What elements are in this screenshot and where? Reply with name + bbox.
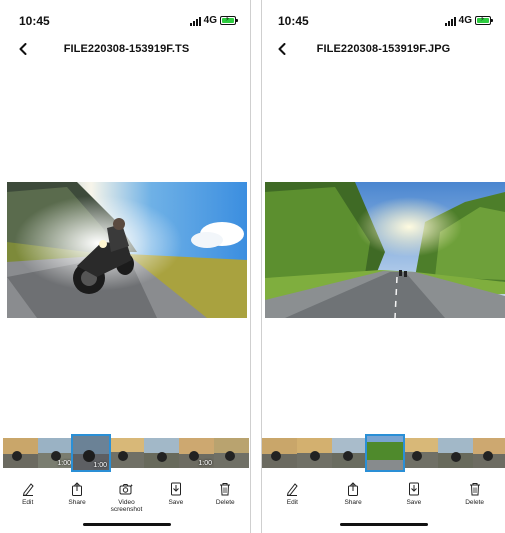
share-label: Share — [344, 499, 362, 506]
camera-icon — [118, 482, 134, 496]
thumbnail[interactable] — [144, 438, 179, 468]
trash-icon — [217, 482, 233, 496]
signal-icon — [189, 16, 201, 26]
thumbnail[interactable] — [262, 438, 297, 468]
edit-label: Edit — [286, 499, 298, 506]
share-icon — [69, 482, 85, 496]
thumbnail[interactable] — [297, 438, 332, 468]
file-title: FILE220308-153919F.JPG — [316, 43, 451, 55]
delete-button[interactable]: Delete — [203, 482, 247, 516]
save-icon — [168, 482, 184, 496]
thumbnail-selected[interactable]: 1:00 — [71, 434, 111, 472]
status-indicators: 4G — [189, 15, 238, 26]
photo-viewer-screen: 10:45 4G FILE220308-153919F.JPG — [261, 0, 505, 533]
bottom-toolbar: Edit Share Video screenshot Save Delete — [3, 482, 250, 516]
save-icon — [406, 482, 422, 496]
thumbnail[interactable]: 1:00 — [38, 438, 73, 468]
network-label: 4G — [203, 15, 217, 26]
bottom-toolbar: Edit Share Save Delete — [262, 482, 505, 516]
edit-button[interactable]: Edit — [270, 482, 314, 516]
trash-icon — [467, 482, 483, 496]
thumbnail[interactable] — [109, 438, 144, 468]
share-button[interactable]: Share — [55, 482, 99, 516]
thumbnail[interactable]: 1:00 — [179, 438, 214, 468]
header: FILE220308-153919F.TS — [3, 40, 250, 62]
home-indicator — [339, 523, 428, 526]
thumbnail-selected[interactable] — [365, 434, 405, 472]
home-indicator — [82, 523, 171, 526]
thumbnail[interactable] — [214, 438, 249, 468]
delete-label: Delete — [215, 499, 235, 506]
status-indicators: 4G — [444, 15, 493, 26]
save-label: Save — [406, 499, 422, 506]
photo-preview-image[interactable] — [265, 182, 505, 318]
save-button[interactable]: Save — [392, 482, 436, 516]
status-bar: 10:45 4G — [3, 12, 250, 32]
thumbnail[interactable] — [332, 438, 367, 468]
save-label: Save — [168, 499, 184, 506]
share-button[interactable]: Share — [331, 482, 375, 516]
status-time: 10:45 — [278, 14, 309, 28]
status-bar: 10:45 4G — [262, 12, 505, 32]
thumbnail[interactable] — [403, 438, 438, 468]
video-screenshot-label: Video screenshot — [110, 499, 143, 513]
share-icon — [345, 482, 361, 496]
delete-label: Delete — [465, 499, 485, 506]
battery-icon — [220, 15, 238, 25]
status-time: 10:45 — [19, 14, 50, 28]
battery-icon — [475, 15, 493, 25]
edit-button[interactable]: Edit — [6, 482, 50, 516]
network-label: 4G — [458, 15, 472, 26]
thumbnail[interactable] — [473, 438, 505, 468]
signal-icon — [444, 16, 456, 26]
thumbnail-strip[interactable]: 1:00 1:00 1:00 — [3, 434, 250, 472]
thumbnail[interactable] — [3, 438, 38, 468]
thumbnail-strip[interactable] — [262, 434, 505, 472]
delete-button[interactable]: Delete — [453, 482, 497, 516]
video-viewer-screen: 10:45 4G FILE220308-153919F.TS — [3, 0, 251, 533]
header: FILE220308-153919F.JPG — [262, 40, 505, 62]
video-preview-image[interactable] — [7, 182, 247, 318]
file-title: FILE220308-153919F.TS — [63, 43, 190, 55]
thumbnail[interactable] — [438, 438, 473, 468]
pencil-icon — [20, 482, 36, 496]
share-label: Share — [68, 499, 86, 506]
save-button[interactable]: Save — [154, 482, 198, 516]
pencil-icon — [284, 482, 300, 496]
video-screenshot-button[interactable]: Video screenshot — [104, 482, 148, 516]
edit-label: Edit — [22, 499, 34, 506]
